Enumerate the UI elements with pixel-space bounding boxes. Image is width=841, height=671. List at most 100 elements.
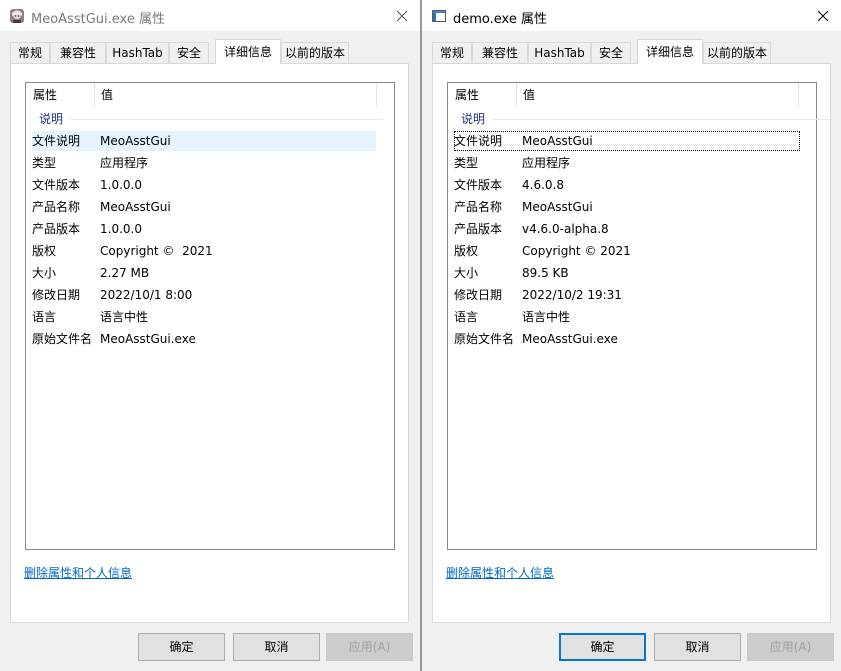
list-item[interactable]: 大小 89.5 KB	[454, 263, 800, 283]
column-divider[interactable]	[516, 83, 517, 107]
property-value: 1.0.0.0	[100, 222, 142, 236]
property-value: MeoAsstGui.exe	[522, 332, 618, 346]
list-item[interactable]: 原始文件名 MeoAsstGui.exe	[32, 329, 376, 349]
property-value: 4.6.0.8	[522, 178, 564, 192]
apply-button[interactable]: 应用(A)	[747, 633, 834, 661]
property-name: 产品名称	[32, 200, 81, 214]
list-item[interactable]: 文件版本 4.6.0.8	[454, 175, 800, 195]
property-value: 2022/10/2 19:31	[522, 288, 622, 302]
list-item[interactable]: 语言 语言中性	[454, 307, 800, 327]
tab-hashtab[interactable]: HashTab	[106, 42, 169, 63]
tab-general[interactable]: 常规	[10, 42, 50, 63]
ok-button[interactable]: 确定	[138, 633, 225, 661]
property-name: 大小	[454, 266, 479, 280]
property-value: v4.6.0-alpha.8	[522, 222, 609, 236]
property-name: 语言	[32, 310, 57, 324]
property-name: 文件版本	[454, 178, 503, 192]
group-divider	[493, 119, 833, 120]
close-icon[interactable]	[384, 0, 420, 31]
property-value: 应用程序	[522, 156, 571, 170]
remove-properties-link[interactable]: 删除属性和个人信息	[446, 564, 554, 581]
list-item[interactable]: 大小 2.27 MB	[32, 263, 376, 283]
property-name: 产品版本	[32, 222, 81, 236]
property-name: 文件版本	[32, 178, 81, 192]
tab-security[interactable]: 安全	[169, 42, 209, 63]
properties-window-right: demo.exe 属性 常规 兼容性 HashTab 安全 详细信息 以前的版本…	[421, 0, 841, 671]
property-value: 2.27 MB	[100, 266, 150, 280]
property-value: 2022/10/1 8:00	[100, 288, 193, 302]
property-name: 产品版本	[454, 222, 503, 236]
property-name: 文件说明	[32, 134, 81, 148]
tab-details[interactable]: 详细信息	[637, 39, 703, 64]
property-name: 语言	[454, 310, 479, 324]
column-divider[interactable]	[94, 83, 95, 107]
list-item[interactable]: 产品名称 MeoAsstGui	[32, 197, 376, 217]
property-name: 版权	[454, 244, 479, 258]
list-item[interactable]: 产品名称 MeoAsstGui	[454, 197, 800, 217]
property-name: 修改日期	[454, 288, 503, 302]
title-bar[interactable]: MeoAsstGui.exe 属性	[0, 0, 420, 31]
list-item[interactable]: 文件说明 MeoAsstGui	[32, 131, 376, 151]
property-value: 89.5 KB	[522, 266, 569, 280]
property-value: MeoAsstGui	[100, 134, 171, 148]
list-item[interactable]: 版权 Copyright © 2021	[32, 241, 376, 261]
property-value: 应用程序	[100, 156, 149, 170]
tab-details[interactable]: 详细信息	[215, 39, 281, 64]
cancel-button[interactable]: 取消	[654, 633, 741, 661]
properties-list[interactable]: 属性 值 说明 文件说明 MeoAsstGui 类型 应用程序 文件版本 1.0…	[25, 82, 395, 550]
column-header-value[interactable]: 值	[523, 83, 535, 107]
list-item[interactable]: 类型 应用程序	[32, 153, 376, 173]
tab-compatibility[interactable]: 兼容性	[472, 42, 528, 63]
list-header: 属性 值	[448, 83, 816, 107]
remove-properties-link[interactable]: 删除属性和个人信息	[24, 564, 132, 581]
property-value: Copyright © 2021	[522, 244, 631, 258]
property-name: 类型	[454, 156, 479, 170]
list-item[interactable]: 产品版本 v4.6.0-alpha.8	[454, 219, 800, 239]
cancel-button[interactable]: 取消	[233, 633, 320, 661]
property-name: 版权	[32, 244, 57, 258]
group-divider	[71, 119, 383, 120]
property-value: MeoAsstGui	[100, 200, 171, 214]
list-item[interactable]: 文件版本 1.0.0.0	[32, 175, 376, 195]
property-value: 语言中性	[100, 310, 149, 324]
column-header-property[interactable]: 属性	[33, 83, 57, 107]
list-item[interactable]: 版权 Copyright © 2021	[454, 241, 800, 261]
details-panel: 属性 值 说明 文件说明 MeoAsstGui 类型 应用程序 文件版本 1.0…	[10, 63, 409, 623]
properties-list[interactable]: 属性 值 说明 文件说明 MeoAsstGui 类型 应用程序 文件版本 4.6…	[447, 82, 833, 550]
property-name: 产品名称	[454, 200, 503, 214]
tab-previous-versions[interactable]: 以前的版本	[281, 42, 349, 63]
column-divider[interactable]	[376, 83, 377, 107]
app-window-icon	[431, 8, 447, 24]
column-header-value[interactable]: 值	[101, 83, 113, 107]
list-item[interactable]: 修改日期 2022/10/1 8:00	[32, 285, 376, 305]
property-value: MeoAsstGui.exe	[100, 332, 196, 346]
property-value: 语言中性	[522, 310, 571, 324]
ok-button[interactable]: 确定	[559, 633, 646, 661]
property-name: 大小	[32, 266, 57, 280]
list-item[interactable]: 类型 应用程序	[454, 153, 800, 173]
list-header: 属性 值	[26, 83, 394, 107]
property-name: 原始文件名	[454, 332, 515, 346]
tab-compatibility[interactable]: 兼容性	[50, 42, 106, 63]
tab-security[interactable]: 安全	[591, 42, 631, 63]
details-panel: 属性 值 说明 文件说明 MeoAsstGui 类型 应用程序 文件版本 4.6…	[432, 63, 833, 623]
title-bar[interactable]: demo.exe 属性	[422, 0, 841, 31]
tab-general[interactable]: 常规	[432, 42, 472, 63]
tab-previous-versions[interactable]: 以前的版本	[703, 42, 771, 63]
properties-window-left: MeoAsstGui.exe 属性 常规 兼容性 HashTab 安全 详细信息…	[0, 0, 421, 671]
list-item[interactable]: 修改日期 2022/10/2 19:31	[454, 285, 800, 305]
list-item[interactable]: 产品版本 1.0.0.0	[32, 219, 376, 239]
close-icon[interactable]	[805, 0, 841, 31]
column-header-property[interactable]: 属性	[455, 83, 479, 107]
list-item[interactable]: 文件说明 MeoAsstGui	[454, 131, 800, 151]
list-item[interactable]: 原始文件名 MeoAsstGui.exe	[454, 329, 800, 349]
property-value: Copyright © 2021	[100, 244, 213, 258]
window-title: MeoAsstGui.exe 属性	[31, 12, 165, 27]
tab-hashtab[interactable]: HashTab	[528, 42, 591, 63]
property-name: 修改日期	[32, 288, 81, 302]
apply-button[interactable]: 应用(A)	[326, 633, 413, 661]
column-divider[interactable]	[798, 83, 799, 107]
property-name: 文件说明	[454, 134, 503, 148]
list-item[interactable]: 语言 语言中性	[32, 307, 376, 327]
group-label-description: 说明	[39, 112, 64, 126]
